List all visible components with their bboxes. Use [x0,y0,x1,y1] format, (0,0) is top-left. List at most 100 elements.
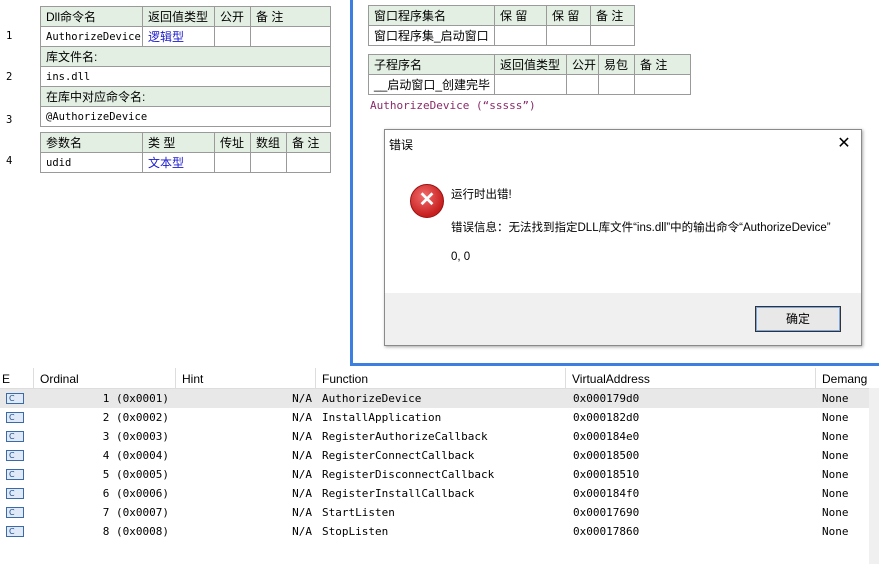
hint-cell: N/A [292,430,312,443]
reserved-cell[interactable] [546,25,591,46]
table-row[interactable]: C 8 (0x0008) N/A StopListen 0x00017860 None [0,522,879,541]
ok-button[interactable]: 确定 [755,306,841,332]
demangled-cell: None [822,430,849,443]
param-table: 参数名 类 型 传址 数组 备 注 udid 文本型 [40,132,331,173]
c-function-icon: C [6,431,24,442]
param-byref[interactable] [214,152,251,173]
lib-command-label: 在库中对应命令名: [40,86,331,107]
col-header: 返回值类型 [142,6,215,27]
error-message: 错误信息：无法找到指定DLL库文件“ins.dll”中的输出命令“Authori… [451,222,831,234]
col-header: 备 注 [634,54,691,75]
c-function-icon: C [6,393,24,404]
col-header-ordinal[interactable]: Ordinal [34,368,176,388]
col-header-function[interactable]: Function [316,368,566,388]
function-cell: RegisterDisconnectCallback [322,468,495,481]
table-row[interactable]: C 3 (0x0003) N/A RegisterAuthorizeCallback 0… [0,427,879,446]
subroutine-name[interactable]: __启动窗口_创建完毕 [368,74,495,95]
public-cell[interactable] [566,74,599,95]
virtualaddress-cell: 0x00018500 [573,449,640,462]
window-border [350,0,353,366]
col-header: 窗口程序集名 [368,5,495,26]
function-cell: StopListen [322,525,389,538]
col-header: 备 注 [590,5,635,26]
reserved-cell[interactable] [494,25,547,46]
virtualaddress-cell: 0x000184f0 [573,487,640,500]
window-border [350,363,879,366]
c-function-icon: C [6,488,24,499]
table-row[interactable]: C 7 (0x0007) N/A StartListen 0x00017690 None [0,503,879,522]
virtualaddress-cell: 0x00017860 [573,525,640,538]
virtualaddress-cell: 0x000179d0 [573,392,640,405]
line-number: 4 [6,155,13,167]
dll-command-name[interactable]: AuthorizeDevice [40,26,143,47]
param-name[interactable]: udid [40,152,143,173]
c-function-icon: C [6,412,24,423]
code-line[interactable]: AuthorizeDevice (“sssss”) [370,99,536,112]
col-header: 数组 [250,132,287,153]
function-cell: RegisterAuthorizeCallback [322,430,488,443]
ordinal-cell: 1 (0x0001) [102,392,169,405]
demangled-cell: None [822,506,849,519]
error-code: 0, 0 [451,251,471,263]
hint-cell: N/A [292,525,312,538]
error-x-icon: ✕ [410,184,444,218]
table-row[interactable]: C 5 (0x0005) N/A RegisterDisconnectCallback… [0,465,879,484]
ordinal-cell: 5 (0x0005) [102,468,169,481]
ordinal-cell: 7 (0x0007) [102,506,169,519]
close-icon[interactable]: ✕ [835,133,853,153]
col-header: 备 注 [250,6,331,27]
vertical-scrollbar[interactable] [869,388,879,564]
table-row[interactable]: C 2 (0x0002) N/A InstallApplication 0x000182… [0,408,879,427]
remark-cell[interactable] [634,74,691,95]
return-type[interactable]: 逻辑型 [142,26,215,47]
function-cell: InstallApplication [322,411,442,424]
col-header: Dll命令名 [40,6,143,27]
lib-file-label: 库文件名: [40,46,331,67]
remark-cell[interactable] [250,26,331,47]
demangled-cell: None [822,411,849,424]
param-array[interactable] [250,152,287,173]
exports-grid: E Ordinal Hint Function VirtualAddress D… [0,368,879,564]
col-header: 易包 [598,54,635,75]
hint-cell: N/A [292,411,312,424]
col-header: 保 留 [494,5,547,26]
param-remark[interactable] [286,152,331,173]
error-heading: 运行时出错! [451,189,512,201]
easy-pack-cell[interactable] [598,74,635,95]
hint-cell: N/A [292,487,312,500]
col-header: 返回值类型 [494,54,567,75]
lib-file-value[interactable]: ins.dll [40,66,331,87]
function-cell: RegisterConnectCallback [322,449,475,462]
return-type-cell[interactable] [494,74,567,95]
function-cell: RegisterInstallCallback [322,487,475,500]
subroutine-table: 子程序名 返回值类型 公开 易包 备 注 __启动窗口_创建完毕 [368,54,691,95]
virtualaddress-cell: 0x00017690 [573,506,640,519]
grid-header: E Ordinal Hint Function VirtualAddress D… [0,368,879,389]
col-header: 备 注 [286,132,331,153]
line-number: 1 [6,30,13,42]
remark-cell[interactable] [590,25,635,46]
col-header-e[interactable]: E [0,368,34,388]
demangled-cell: None [822,392,849,405]
public-cell[interactable] [214,26,251,47]
col-header-virtualaddress[interactable]: VirtualAddress [566,368,816,388]
ordinal-cell: 2 (0x0002) [102,411,169,424]
col-header: 保 留 [546,5,591,26]
table-row[interactable]: C 4 (0x0004) N/A RegisterConnectCallback 0x0… [0,446,879,465]
col-header-hint[interactable]: Hint [176,368,316,388]
demangled-cell: None [822,487,849,500]
c-function-icon: C [6,450,24,461]
lib-command-value[interactable]: @AuthorizeDevice [40,106,331,127]
line-number: 3 [6,114,13,126]
assembly-name[interactable]: 窗口程序集_启动窗口 [368,25,495,46]
table-row[interactable]: C 1 (0x0001) N/A AuthorizeDevice 0x000179d0 N… [0,389,879,408]
dialog-footer: 确定 [385,293,861,345]
virtualaddress-cell: 0x00018510 [573,468,640,481]
window-assembly-table: 窗口程序集名 保 留 保 留 备 注 窗口程序集_启动窗口 [368,5,635,46]
param-type[interactable]: 文本型 [142,152,215,173]
col-header: 子程序名 [368,54,495,75]
hint-cell: N/A [292,392,312,405]
table-row[interactable]: C 6 (0x0006) N/A RegisterInstallCallback 0x0… [0,484,879,503]
col-header-demangled[interactable]: Demang [816,368,879,388]
c-function-icon: C [6,526,24,537]
